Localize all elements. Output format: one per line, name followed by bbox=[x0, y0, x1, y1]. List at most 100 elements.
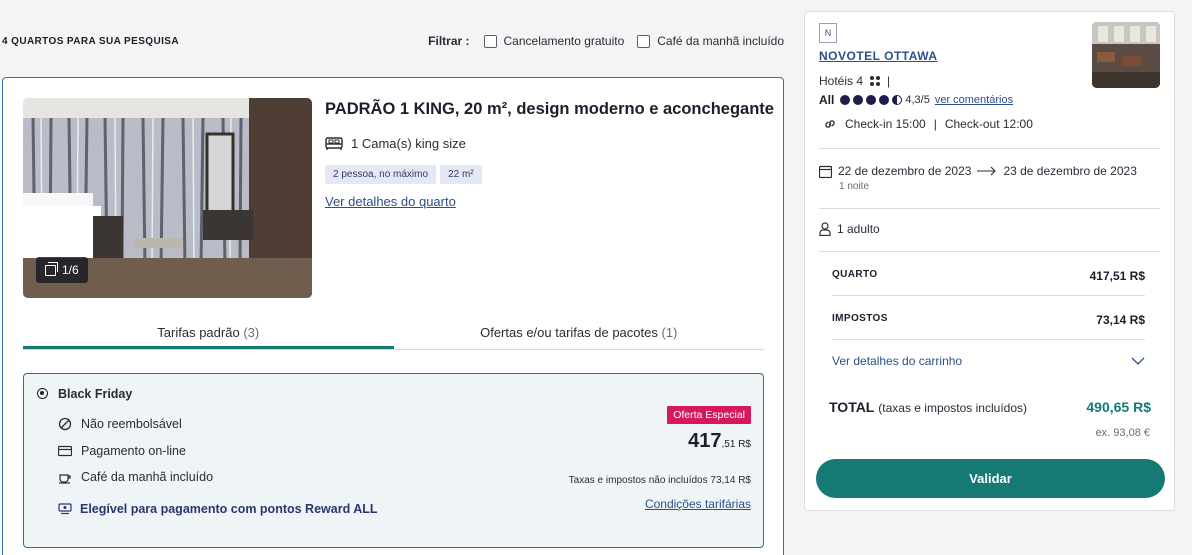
filter-label: Filtrar : bbox=[428, 34, 470, 48]
line-label: IMPOSTOS bbox=[832, 313, 888, 324]
person-icon bbox=[819, 222, 831, 236]
date-to: 23 de dezembro de 2023 bbox=[1003, 164, 1137, 178]
validate-button[interactable]: Validar bbox=[816, 459, 1165, 498]
line-amount: 417,51 R$ bbox=[1089, 269, 1145, 283]
chevron-down-icon bbox=[1131, 357, 1145, 365]
total-label: TOTAL (taxas e impostos incluídos) bbox=[829, 399, 1027, 415]
filter-bar: Filtrar : Cancelamento gratuito Café da … bbox=[428, 34, 784, 48]
guests-label: 1 adulto bbox=[837, 222, 880, 236]
all-brand-mark: All bbox=[819, 93, 835, 107]
feature-label: Pagamento on-line bbox=[81, 444, 186, 458]
category-stars-icon bbox=[870, 76, 881, 86]
taxes-line: IMPOSTOS 73,14 R$ bbox=[832, 313, 1145, 327]
tab-standard-rates[interactable]: Tarifas padrão (3) bbox=[23, 322, 394, 349]
reward-eligibility: Elegível para pagamento com pontos Rewar… bbox=[58, 502, 378, 516]
divider bbox=[819, 148, 1160, 149]
feature-label: Café da manhã incluído bbox=[81, 470, 214, 484]
line-amount: 73,14 R$ bbox=[1096, 313, 1145, 327]
room-card: 1/6 PADRÃO 1 KING, 20 m², design moderno… bbox=[2, 77, 784, 555]
nights-count: 1 noite bbox=[839, 181, 870, 192]
tab-label: Ofertas e/ou tarifas de pacotes bbox=[480, 325, 658, 340]
checkout-time: Check-out 12:00 bbox=[944, 117, 1033, 131]
room-tags: 2 pessoa, no máximo 22 m² bbox=[325, 165, 482, 184]
breakfast-included-checkbox[interactable]: Café da manhã incluído bbox=[637, 34, 784, 48]
cart-details-label: Ver detalhes do carrinho bbox=[832, 354, 963, 368]
photo-counter-text: 1/6 bbox=[62, 263, 79, 277]
bed-label: 1 Cama(s) king size bbox=[351, 136, 466, 151]
reviews-link[interactable]: ver comentários bbox=[935, 94, 1013, 106]
feature-online-payment: Pagamento on-line bbox=[58, 444, 186, 458]
card-icon bbox=[58, 445, 72, 457]
rating-score: 4,3/5 bbox=[905, 94, 930, 106]
no-refund-icon bbox=[58, 417, 72, 431]
divider bbox=[832, 295, 1145, 296]
free-cancellation-checkbox[interactable]: Cancelamento gratuito bbox=[483, 34, 625, 48]
results-count: 4 QUARTOS PARA SUA PESQUISA bbox=[2, 36, 179, 47]
divider bbox=[819, 208, 1160, 209]
separator: | bbox=[933, 117, 937, 131]
rate-radio[interactable] bbox=[37, 388, 48, 399]
room-results: 4 QUARTOS PARA SUA PESQUISA Filtrar : Ca… bbox=[0, 0, 790, 555]
checkbox-box[interactable] bbox=[483, 34, 497, 48]
tab-label: Tarifas padrão bbox=[157, 325, 240, 340]
hotel-category-label: Hotéis 4 bbox=[819, 74, 864, 88]
size-tag: 22 m² bbox=[440, 165, 482, 184]
special-offer-badge: Oferta Especial bbox=[667, 406, 751, 424]
total-converted: ex. 93,08 € bbox=[1095, 427, 1150, 439]
total-amount: 490,65 R$ bbox=[1086, 399, 1151, 415]
rate-tabs: Tarifas padrão (3) Ofertas e/ou tarifas … bbox=[23, 322, 764, 350]
separator: | bbox=[887, 74, 891, 88]
link-icon bbox=[825, 120, 835, 128]
bed-icon bbox=[325, 136, 343, 150]
calendar-icon bbox=[819, 165, 832, 178]
bed-info: 1 Cama(s) king size bbox=[325, 136, 466, 151]
rating-dot bbox=[853, 95, 864, 105]
tab-count: (3) bbox=[243, 325, 260, 340]
cart-details-toggle[interactable]: Ver detalhes do carrinho bbox=[832, 354, 1145, 368]
hotel-thumbnail-image bbox=[1092, 22, 1160, 88]
photo-counter[interactable]: 1/6 bbox=[36, 257, 88, 283]
room-details-link[interactable]: Ver detalhes do quarto bbox=[325, 194, 456, 209]
checkbox-box[interactable] bbox=[637, 34, 651, 48]
rating-dot bbox=[879, 95, 890, 105]
tab-count: (1) bbox=[661, 325, 678, 340]
total-row: TOTAL (taxas e impostos incluídos) 490,6… bbox=[829, 399, 1151, 415]
rate-option[interactable]: Black Friday Não reembolsável Pagamento … bbox=[23, 373, 764, 548]
arrow-right-icon bbox=[977, 166, 997, 176]
gallery-icon bbox=[45, 261, 58, 276]
total-title: TOTAL bbox=[829, 399, 875, 415]
stay-dates: 22 de dezembro de 2023 23 de dezembro de… bbox=[819, 164, 1137, 178]
checkbox-label: Café da manhã incluído bbox=[657, 34, 784, 48]
hotel-category: Hotéis 4 | bbox=[819, 74, 890, 88]
rate-price: 417,51 R$ bbox=[688, 430, 751, 453]
rate-name: Black Friday bbox=[58, 387, 133, 401]
tab-package-offers[interactable]: Ofertas e/ou tarifas de pacotes (1) bbox=[394, 322, 765, 349]
checkin-time: Check-in 15:00 bbox=[845, 117, 926, 131]
rating-dot bbox=[840, 95, 851, 105]
results-bar: 4 QUARTOS PARA SUA PESQUISA Filtrar : Ca… bbox=[2, 34, 786, 50]
hotel-rating: All 4,3/5 ver comentários bbox=[819, 93, 1013, 107]
line-label: QUARTO bbox=[832, 269, 878, 280]
rate-conditions-link[interactable]: Condições tarifárias bbox=[645, 497, 751, 511]
hotel-thumbnail[interactable] bbox=[1092, 22, 1160, 88]
price-integer: 417 bbox=[688, 430, 722, 452]
price-decimal: ,51 R$ bbox=[721, 439, 751, 450]
capacity-tag: 2 pessoa, no máximo bbox=[325, 165, 437, 184]
total-note: (taxas e impostos incluídos) bbox=[878, 401, 1027, 415]
divider bbox=[832, 339, 1145, 340]
reward-label: Elegível para pagamento com pontos Rewar… bbox=[80, 502, 378, 516]
date-from: 22 de dezembro de 2023 bbox=[838, 164, 972, 178]
checkbox-label: Cancelamento gratuito bbox=[503, 34, 625, 48]
novotel-logo: N bbox=[819, 23, 837, 43]
room-line: QUARTO 417,51 R$ bbox=[832, 269, 1145, 283]
feature-breakfast: Café da manhã incluído bbox=[58, 470, 213, 484]
rating-dot-half bbox=[892, 95, 903, 105]
room-title: PADRÃO 1 KING, 20 m², design moderno e a… bbox=[325, 100, 774, 118]
hotel-name-link[interactable]: NOVOTEL OTTAWA bbox=[819, 49, 938, 63]
divider bbox=[819, 251, 1160, 252]
rating-dot bbox=[866, 95, 877, 105]
breakfast-icon bbox=[59, 474, 71, 484]
tax-note: Taxas e impostos não incluídos 73,14 R$ bbox=[568, 475, 751, 486]
room-photo[interactable]: 1/6 bbox=[23, 98, 312, 298]
check-times: Check-in 15:00 | Check-out 12:00 bbox=[823, 117, 1033, 131]
